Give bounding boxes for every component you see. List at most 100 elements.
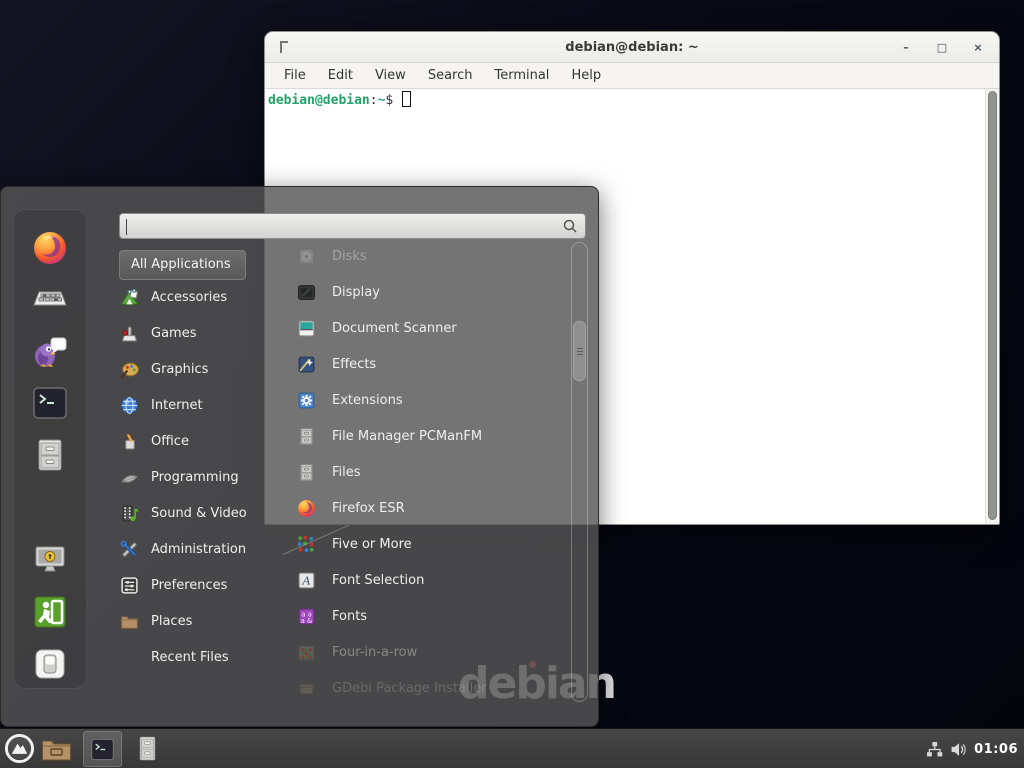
app-extensions[interactable]: Extensions — [284, 382, 566, 418]
app-display[interactable]: Display — [284, 274, 566, 310]
minimize-button[interactable]: – — [899, 41, 913, 55]
network-icon[interactable] — [926, 741, 943, 758]
folder-icon — [41, 737, 72, 762]
file-cabinet-icon — [296, 426, 317, 447]
search-caret — [126, 219, 127, 235]
places-folder-launcher[interactable] — [41, 737, 72, 762]
document-scanner-icon — [296, 318, 317, 339]
terminal-titlebar[interactable]: debian@debian: ~ – □ × — [265, 32, 999, 63]
lock-screen-button[interactable] — [30, 540, 70, 580]
menu-file[interactable]: File — [275, 66, 315, 85]
four-in-a-row-icon — [296, 642, 317, 663]
preferences-icon — [119, 575, 140, 596]
system-tray: 01:06 — [926, 729, 1018, 768]
firefox-icon — [30, 227, 70, 267]
menu-scrollbar-thumb[interactable] — [573, 321, 586, 381]
menu-terminal[interactable]: Terminal — [485, 66, 558, 85]
app-firefox-esr[interactable]: Firefox ESR — [284, 490, 566, 526]
category-recent-files[interactable]: Recent Files — [119, 639, 279, 675]
lock-screen-icon — [30, 540, 70, 580]
search-input[interactable] — [120, 214, 562, 238]
app-five-or-more[interactable]: Five or More — [284, 526, 566, 562]
terminal-scrollbar[interactable] — [985, 89, 999, 524]
app-disks[interactable]: Disks — [284, 238, 566, 274]
category-accessories[interactable]: Accessories — [119, 279, 279, 315]
svg-text:a &: a & — [301, 616, 313, 624]
category-all-applications[interactable]: All Applications — [119, 250, 246, 280]
administration-icon — [119, 539, 140, 560]
category-graphics[interactable]: Graphics — [119, 351, 279, 387]
application-list: Disks Display Document Scanner — [284, 238, 566, 706]
window-controls: – □ × — [899, 32, 985, 63]
app-document-scanner[interactable]: Document Scanner — [284, 310, 566, 346]
menu-scrollbar[interactable] — [571, 242, 588, 702]
prompt-symbol: $ — [385, 93, 401, 108]
shell-prompt: debian@debian:~$ — [265, 89, 999, 110]
app-gdebi-package-installer[interactable]: GDebi Package Installer — [284, 670, 566, 706]
prompt-separator: : — [370, 93, 378, 108]
terminal-icon — [89, 736, 116, 763]
app-file-manager-pcmanfm[interactable]: File Manager PCManFM — [284, 418, 566, 454]
task-file-manager[interactable] — [134, 735, 161, 763]
category-office[interactable]: Office — [119, 423, 279, 459]
shut-down-button[interactable] — [30, 644, 70, 684]
app-effects[interactable]: Effects — [284, 346, 566, 382]
menu-button[interactable] — [4, 733, 35, 764]
favorite-pidgin[interactable] — [30, 331, 70, 371]
menu-search[interactable]: Search — [419, 66, 482, 85]
prompt-user-host: debian@debian — [268, 93, 370, 108]
app-fonts[interactable]: a a a & Fonts — [284, 598, 566, 634]
app-files[interactable]: Files — [284, 454, 566, 490]
accessories-icon — [119, 287, 140, 308]
category-administration[interactable]: Administration — [119, 531, 279, 567]
clock[interactable]: 01:06 — [974, 742, 1018, 757]
terminal-menubar: File Edit View Search Terminal Help — [265, 63, 999, 89]
favorite-keyboard[interactable] — [30, 279, 70, 319]
category-places[interactable]: Places — [119, 603, 279, 639]
terminal-window-title: debian@debian: ~ — [265, 32, 999, 63]
favorite-firefox[interactable] — [30, 227, 70, 267]
shut-down-icon — [30, 644, 70, 684]
log-out-icon — [30, 592, 70, 632]
extensions-icon — [296, 390, 317, 411]
svg-text:A: A — [301, 573, 310, 587]
category-sound-video[interactable]: Sound & Video — [119, 495, 279, 531]
file-cabinet-icon — [134, 735, 161, 762]
log-out-button[interactable] — [30, 592, 70, 632]
menu-view[interactable]: View — [366, 66, 415, 85]
category-games[interactable]: Games — [119, 315, 279, 351]
taskbar: 01:06 — [0, 728, 1024, 768]
office-icon — [119, 431, 140, 452]
internet-icon — [119, 395, 140, 416]
programming-icon — [119, 467, 140, 488]
menu-help[interactable]: Help — [562, 66, 610, 85]
menu-button-icon — [4, 733, 35, 764]
favorite-terminal[interactable] — [30, 383, 70, 423]
app-four-in-a-row[interactable]: Four-in-a-row — [284, 634, 566, 670]
category-programming[interactable]: Programming — [119, 459, 279, 495]
firefox-icon — [296, 498, 317, 519]
sound-video-icon — [119, 503, 140, 524]
games-icon — [119, 323, 140, 344]
close-button[interactable]: × — [971, 41, 985, 55]
search-icon — [562, 218, 578, 234]
disks-icon — [296, 246, 317, 267]
menu-search-box — [119, 213, 586, 239]
category-list: Accessories Games Graphics — [119, 279, 279, 675]
display-icon — [296, 282, 317, 303]
task-terminal[interactable] — [83, 731, 122, 767]
menu-edit[interactable]: Edit — [319, 66, 362, 85]
app-font-selection[interactable]: A Font Selection — [284, 562, 566, 598]
category-internet[interactable]: Internet — [119, 387, 279, 423]
application-menu: All Applications Accessories Games — [0, 186, 599, 727]
file-cabinet-icon — [30, 435, 70, 475]
terminal-scrollbar-thumb[interactable] — [988, 91, 997, 520]
volume-icon[interactable] — [950, 741, 967, 758]
keyboard-icon — [30, 279, 70, 319]
desktop: debian debian@debian: ~ – □ × File Edit … — [0, 0, 1024, 768]
maximize-button[interactable]: □ — [935, 41, 949, 55]
places-icon — [119, 611, 140, 632]
category-preferences[interactable]: Preferences — [119, 567, 279, 603]
gdebi-icon — [296, 678, 317, 699]
favorite-file-manager[interactable] — [30, 435, 70, 475]
